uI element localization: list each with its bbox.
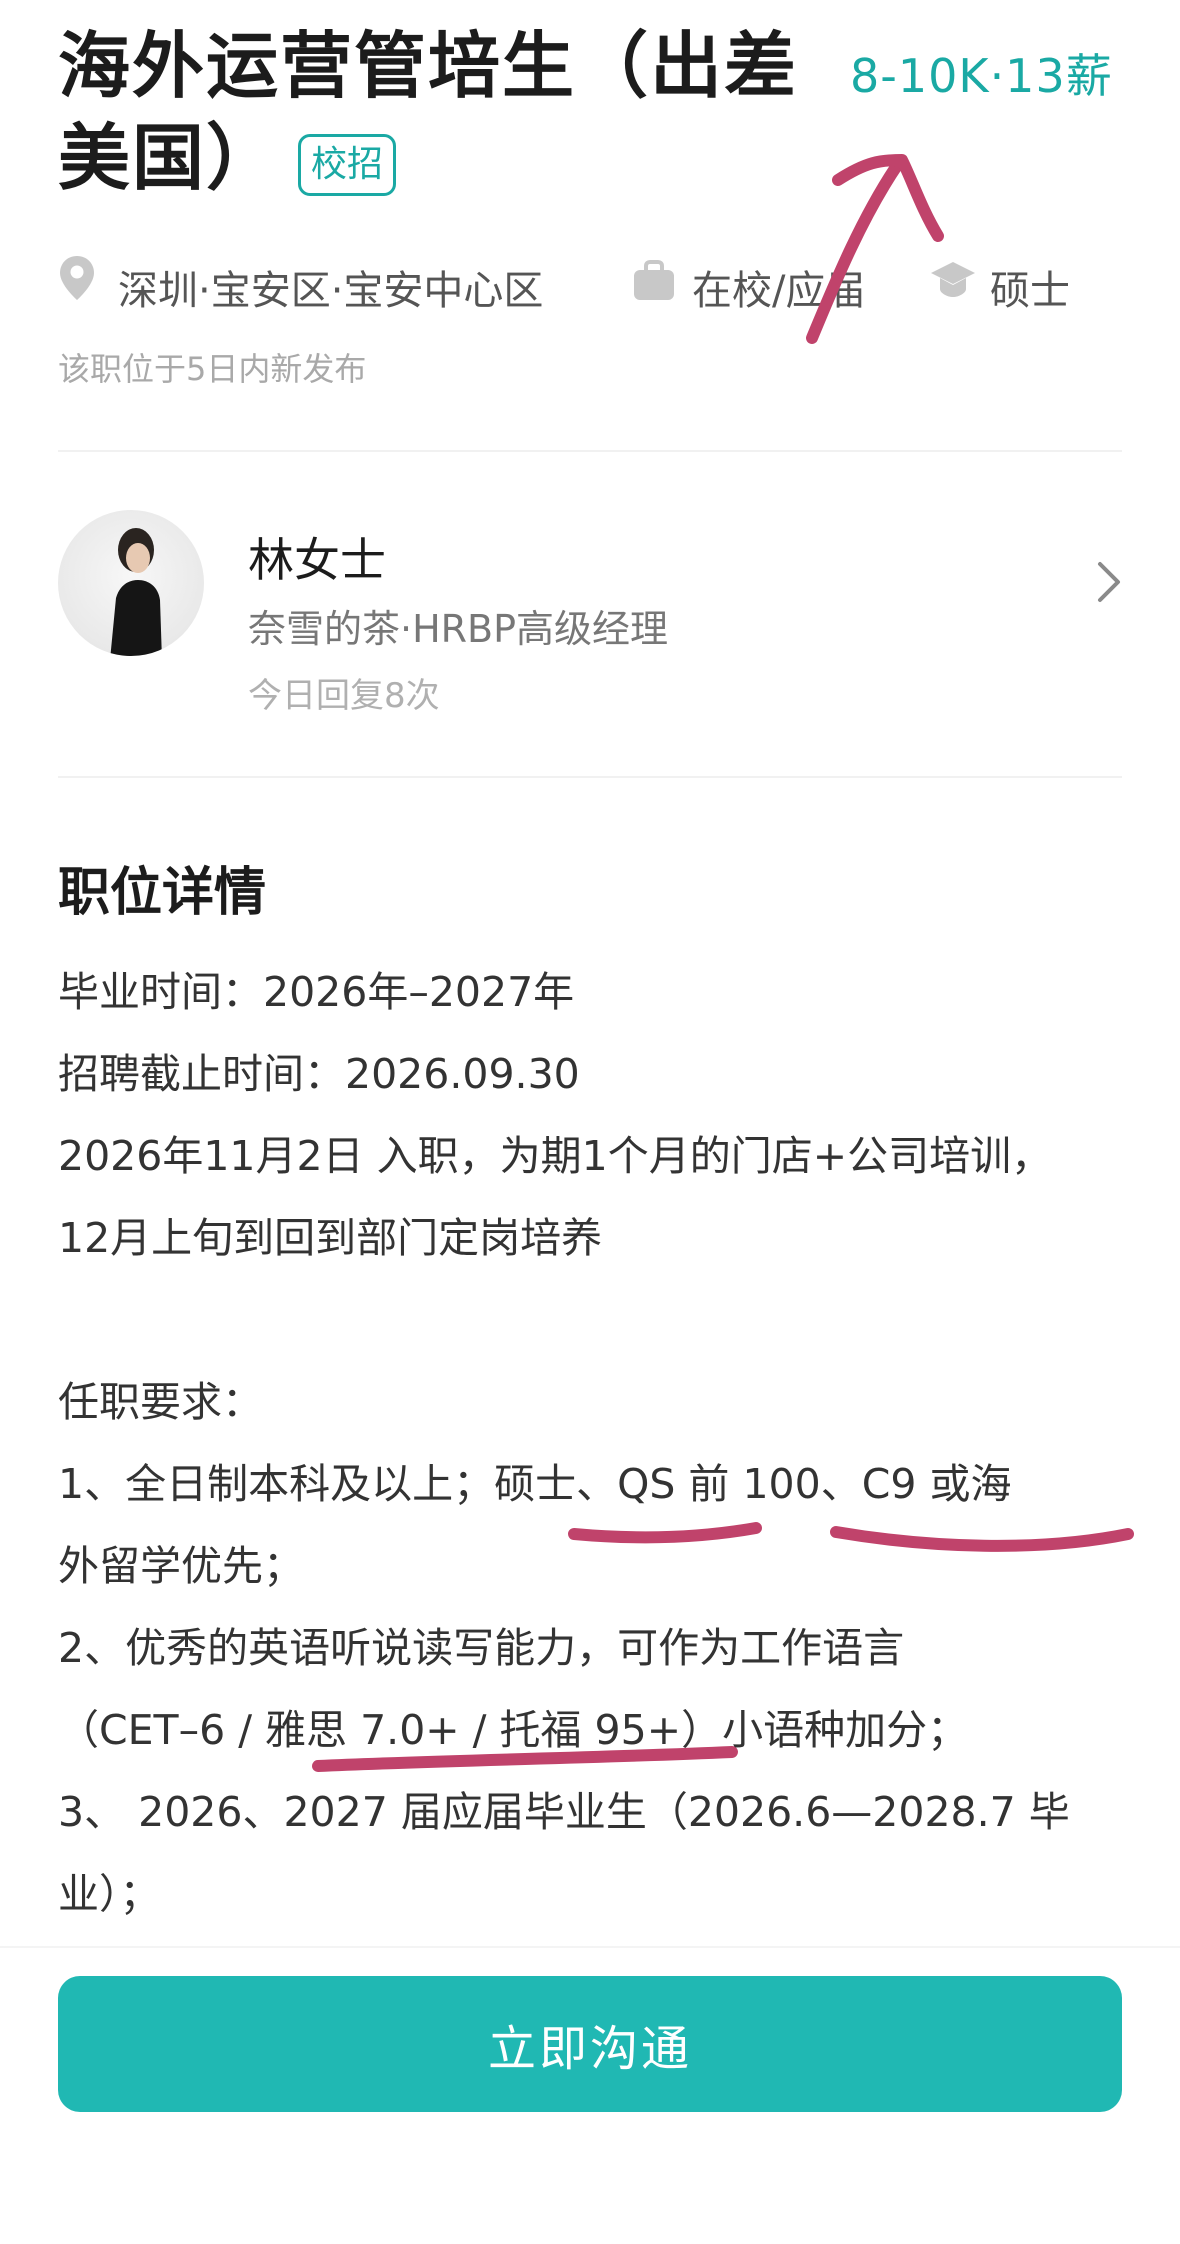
annotation-underline [312,1746,738,1772]
recruiter-reply-stats: 今日回复8次 [248,676,440,716]
section-title-job-details: 职位详情 [58,863,267,923]
detail-line: 2、优秀的英语听说读写能力，可作为工作语言 [58,1624,905,1672]
avatar [58,510,204,656]
graduation-cap-icon [930,260,976,304]
annotation-underline [830,1526,1134,1552]
experience-requirement: 在校/应届 [692,268,866,314]
salary-range: 8-10K·13薪 [850,49,1113,103]
annotation-underline [568,1522,762,1544]
recruiter-company-title: 奈雪的茶·HRBP高级经理 [248,607,669,651]
job-title-line-1: 海外运营管培生（出差 [58,24,799,108]
location-pin-icon [58,254,96,306]
divider [58,776,1122,778]
recruiter-name: 林女士 [248,533,386,587]
chevron-right-icon[interactable] [1096,560,1122,608]
job-location: 深圳·宝安区·宝安中心区 [118,268,544,314]
detail-line: 3、 2026、2027 届应届毕业生（2026.6—2028.7 毕 [58,1788,1070,1836]
detail-line: 2026年11月2日 入职，为期1个月的门店+公司培训， [58,1132,1053,1180]
detail-line: （CET–6 / 雅思 7.0+ / 托福 95+）小语种加分； [58,1706,969,1754]
recruiter-card[interactable]: 林女士 奈雪的茶·HRBP高级经理 今日回复8次 [0,500,1180,716]
detail-line: 招聘截止时间：2026.09.30 [58,1050,580,1098]
degree-requirement: 硕士 [990,268,1070,314]
detail-line: 1、全日制本科及以上；硕士、QS 前 100、C9 或海 [58,1460,1012,1508]
detail-line: 外留学优先； [58,1542,304,1590]
detail-line: 业）； [58,1870,161,1918]
annotation-arrow-head [832,154,944,242]
detail-line: 任职要求： [58,1378,263,1426]
posted-time: 该职位于5日内新发布 [58,350,367,388]
briefcase-icon [632,258,676,306]
campus-recruit-badge: 校招 [298,134,397,196]
divider [58,450,1122,452]
job-title-line-2: 美国） [58,116,281,200]
chat-now-button[interactable]: 立即沟通 [58,1976,1122,2112]
detail-line: 12月上旬到回到部门定岗培养 [58,1214,603,1262]
detail-line: 毕业时间：2026年–2027年 [58,968,575,1016]
annotation-overlay [312,154,1134,1772]
bottom-bar-divider [0,1946,1180,1948]
